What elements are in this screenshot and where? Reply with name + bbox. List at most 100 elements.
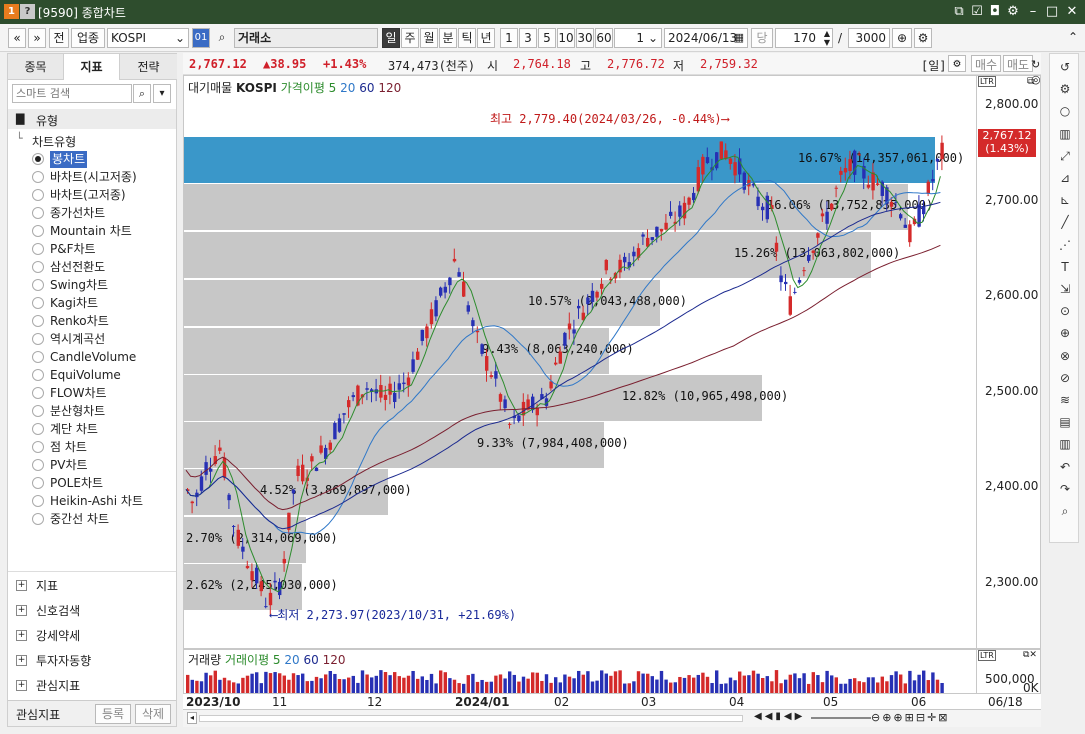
chart-type-item[interactable]: 바차트(시고저종) — [50, 169, 137, 186]
buy-button[interactable]: 매수 — [971, 55, 1001, 72]
expand-plus-icon[interactable]: + — [16, 680, 27, 691]
line-icon[interactable]: ╱ — [1056, 213, 1074, 231]
chart-type-radio[interactable] — [32, 171, 44, 183]
chart-type-radio[interactable] — [32, 153, 44, 165]
chart-type-item[interactable]: 중간선 차트 — [50, 511, 109, 528]
triangle-icon[interactable]: ⊿ — [1056, 169, 1074, 187]
chart-type-item[interactable]: EquiVolume — [50, 367, 121, 384]
date-field[interactable]: 2024/06/13 ▦ — [664, 28, 748, 48]
chart-type-radio[interactable] — [32, 513, 44, 525]
scroll-left-icon[interactable]: ◂ — [187, 712, 197, 724]
settings-icon[interactable]: ⚙ — [1056, 80, 1074, 98]
chart-type-item[interactable]: 바차트(고저종) — [50, 187, 126, 204]
chart-type-item[interactable]: FLOW차트 — [50, 385, 107, 402]
chart-type-radio[interactable] — [32, 243, 44, 255]
redo-icon[interactable]: ↷ — [1056, 480, 1074, 498]
chart-type-item[interactable]: 종가선차트 — [50, 205, 105, 222]
settings-icon[interactable]: ⚙ — [1004, 3, 1022, 21]
chart-type-item[interactable]: 봉차트 — [50, 151, 88, 168]
arrow-icon[interactable]: ⇲ — [1056, 280, 1074, 298]
market-field[interactable]: 거래소 — [234, 28, 378, 48]
expand-plus-icon[interactable]: + — [16, 655, 27, 666]
chart-type-item[interactable]: Swing차트 — [50, 277, 108, 294]
section-3[interactable]: + 투자자동향 — [8, 649, 176, 673]
chart-type-item[interactable]: 역시계곡선 — [50, 331, 105, 348]
link-icon[interactable]: ⧉ — [950, 3, 968, 21]
tab-stock[interactable]: 종목 — [8, 54, 64, 80]
register-button[interactable]: 등록 — [95, 704, 131, 724]
index-select[interactable]: KOSPI ⌄ — [107, 28, 189, 48]
chart-type-item[interactable]: Renko차트 — [50, 313, 109, 330]
chart-type-item[interactable]: Heikin-Ashi 차트 — [50, 493, 143, 510]
search-icon[interactable]: ⌕ — [133, 84, 151, 103]
chart-icon[interactable]: ▥ — [1056, 125, 1074, 143]
gear-icon[interactable]: ⚙ — [948, 55, 966, 72]
chart-type-radio[interactable] — [32, 225, 44, 237]
interval-button-4[interactable]: 30 — [576, 28, 594, 48]
auto-icon[interactable]: ⋰ — [1056, 236, 1074, 254]
tab-indicator[interactable]: 지표 — [64, 54, 120, 80]
period-tab-2[interactable]: 월 — [420, 28, 438, 48]
chart-type-item[interactable]: 점 차트 — [50, 439, 87, 456]
previous-button[interactable]: 전 — [49, 28, 69, 48]
chart-type-radio[interactable] — [32, 405, 44, 417]
close-icon[interactable]: ✕ — [1063, 3, 1081, 21]
trend-icon[interactable]: ⤢ — [1056, 147, 1074, 165]
bars-count-field[interactable]: 170 ▲ ▼ — [775, 28, 833, 48]
count-select[interactable]: 1 ⌄ — [614, 28, 662, 48]
chart-type-radio[interactable] — [32, 495, 44, 507]
expand-plus-icon[interactable]: + — [16, 630, 27, 641]
search-icon[interactable]: ⌕ — [1056, 502, 1074, 520]
price-chart[interactable]: 16.67% (14,357,061,000) 16.06% (13,752,83… — [183, 75, 977, 649]
chart-type-radio[interactable] — [32, 189, 44, 201]
interval-button-5[interactable]: 60 — [595, 28, 613, 48]
horizontal-scrollbar[interactable] — [199, 715, 743, 722]
chart-type-radio[interactable] — [32, 279, 44, 291]
chart-type-item[interactable]: POLE차트 — [50, 475, 103, 492]
unit-button[interactable]: 당 — [751, 28, 773, 48]
checklist-icon[interactable]: ☑ — [968, 3, 986, 21]
gear-icon[interactable]: ⚙ — [914, 28, 932, 48]
chart-type-radio[interactable] — [32, 387, 44, 399]
dropdown-icon[interactable]: ▾ — [153, 84, 171, 103]
chart-type-radio[interactable] — [32, 459, 44, 471]
folder-row[interactable]: ▇ 유형 — [8, 109, 176, 129]
chart-type-radio[interactable] — [32, 351, 44, 363]
chart-type-item[interactable]: CandleVolume — [50, 349, 136, 366]
refresh-icon[interactable]: ↻ — [1031, 58, 1045, 72]
record-icon[interactable]: ◎ — [1031, 73, 1045, 87]
total-count-field[interactable]: 3000 — [848, 28, 890, 48]
stepper-icon[interactable]: ▲ ▼ — [824, 29, 830, 47]
chart-type-radio[interactable] — [32, 477, 44, 489]
nav-down-button[interactable]: » — [28, 28, 46, 48]
code-badge[interactable]: 01 — [192, 28, 210, 48]
interval-button-0[interactable]: 1 — [500, 28, 518, 48]
period-tab-0[interactable]: 일 — [382, 28, 400, 48]
camera-icon[interactable]: ◘ — [986, 3, 1004, 21]
grid-icon[interactable]: ▤ — [1056, 413, 1074, 431]
calendar-icon[interactable]: ▦ — [734, 29, 744, 47]
period-tab-5[interactable]: 년 — [477, 28, 495, 48]
chart-type-item[interactable]: 계단 차트 — [50, 421, 98, 438]
columns-icon[interactable]: ▥ — [1056, 435, 1074, 453]
chart-type-radio[interactable] — [32, 441, 44, 453]
chart-type-item[interactable]: PV차트 — [50, 457, 88, 474]
chart-type-radio[interactable] — [32, 297, 44, 309]
volume-chart[interactable]: 거래량 거래이평 5 20 60 120 — [183, 649, 977, 694]
undo-icon[interactable]: ↺ — [1056, 58, 1074, 76]
sell-button[interactable]: 매도 — [1003, 55, 1033, 72]
section-4[interactable]: + 관심지표 — [8, 674, 176, 698]
chart-type-radio[interactable] — [32, 423, 44, 435]
nav-prev-button[interactable]: « — [8, 28, 26, 48]
search-icon[interactable]: ⌕ — [212, 28, 232, 48]
maximize-icon[interactable]: □ — [1043, 3, 1061, 21]
delete-button[interactable]: 삭제 — [135, 704, 171, 724]
collapse-icon[interactable]: ⌃ — [1066, 28, 1080, 48]
interval-button-2[interactable]: 5 — [538, 28, 556, 48]
sector-button[interactable]: 업종 — [71, 28, 105, 48]
expand-plus-icon[interactable]: + — [16, 605, 27, 616]
delete-icon[interactable]: ⊘ — [1056, 369, 1074, 387]
chart-type-radio[interactable] — [32, 369, 44, 381]
chart-type-item[interactable]: Kagi차트 — [50, 295, 98, 312]
erase-icon[interactable]: ⊗ — [1056, 347, 1074, 365]
